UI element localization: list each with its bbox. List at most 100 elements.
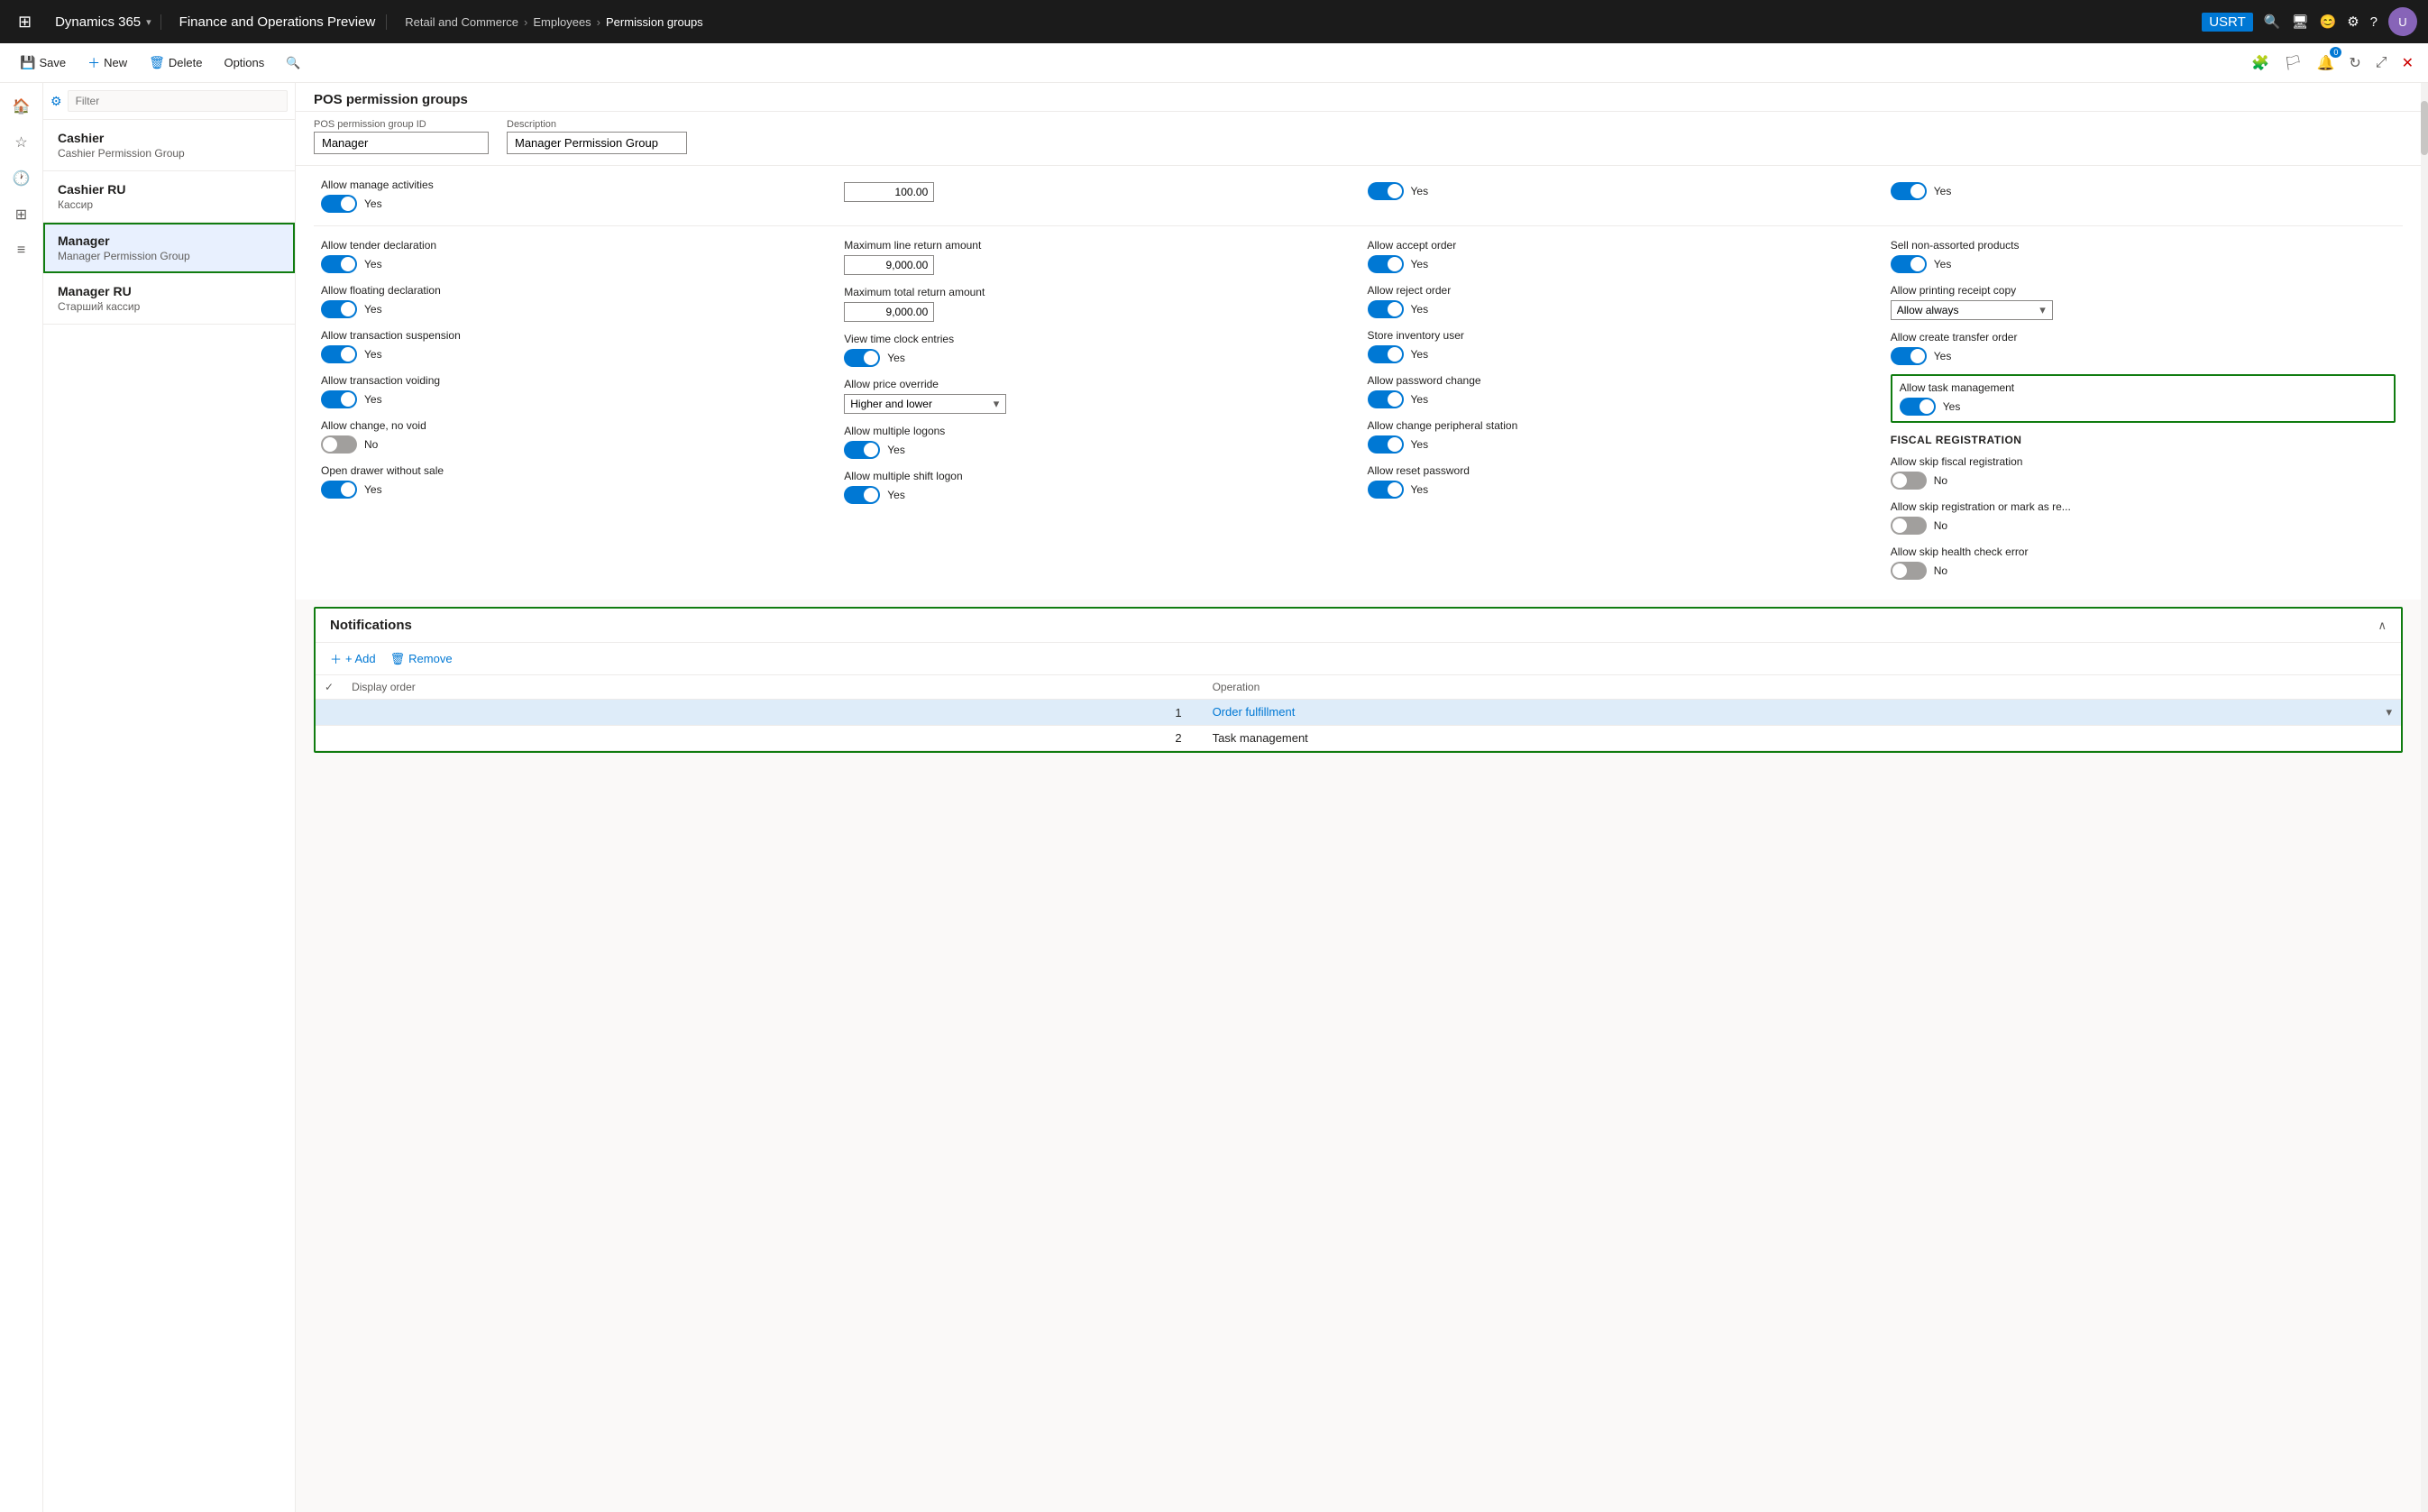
perm-multi-logon-toggle[interactable] [844, 441, 880, 459]
perm-task-mgmt-toggle[interactable] [1900, 398, 1936, 416]
perm-col3-value: Yes [1411, 185, 1429, 197]
brand-button[interactable]: Dynamics 365 ▾ [46, 14, 161, 30]
perm-max-line-input[interactable] [844, 255, 934, 275]
settings-icon[interactable]: ⚙ [2347, 14, 2359, 30]
monitor-icon[interactable]: 🖥 [2291, 14, 2308, 30]
perm-pwd-change: Allow password change Yes [1361, 369, 1880, 414]
flag-icon[interactable]: 🏳 [2280, 50, 2305, 76]
perm-skip-fiscal-toggle[interactable] [1891, 472, 1927, 490]
remove-icon: 🗑 [390, 652, 406, 666]
notifications-add-button[interactable]: ＋ + Add [330, 650, 376, 667]
nav-right-icons: USRT 🔍 🖥 😊 ⚙ ? U [2202, 7, 2417, 36]
help-icon[interactable]: ? [2370, 14, 2378, 30]
perm-pwd-change-toggle[interactable] [1368, 390, 1404, 408]
list-item-manager[interactable]: Manager Manager Permission Group [43, 223, 295, 273]
perm-open-drawer-toggle[interactable] [321, 481, 357, 499]
brand-chevron-icon: ▾ [146, 16, 151, 28]
perm-store-inventory: Store inventory user Yes [1361, 324, 1880, 369]
desc-input[interactable] [507, 132, 687, 154]
perm-print-receipt-select[interactable]: Allow always Never Ask [1891, 300, 2053, 320]
notifications-collapse-icon[interactable]: ∧ [2378, 619, 2387, 633]
breadcrumb-retail[interactable]: Retail and Commerce [405, 15, 518, 29]
perm-col1: Allow tender declaration Yes Allow float… [314, 234, 833, 585]
search-icon[interactable]: 🔍 [2264, 14, 2281, 30]
list-item-cashier[interactable]: Cashier Cashier Permission Group [43, 120, 295, 171]
perm-multi-logon: Allow multiple logons Yes [837, 419, 1356, 464]
bell-icon[interactable]: 🔔0 [2313, 50, 2338, 76]
perm-price-override-select[interactable]: Higher and lower Higher only Lower only … [844, 394, 1006, 414]
user-badge[interactable]: USRT [2202, 13, 2253, 32]
notif-row-2[interactable]: 2 Task management [316, 726, 2401, 751]
perm-store-inventory-toggle[interactable] [1368, 345, 1404, 363]
list-icon[interactable]: ≡ [5, 234, 38, 267]
perm-txn-void-toggle[interactable] [321, 390, 357, 408]
perm-max-total-label: Maximum total return amount [844, 286, 1349, 298]
notifications-title: Notifications [330, 618, 412, 633]
perm-change-periph-toggle[interactable] [1368, 435, 1404, 454]
puzzle-icon[interactable]: 🧩 [2248, 50, 2273, 76]
perm-skip-health-toggle[interactable] [1891, 562, 1927, 580]
perm-task-mgmt: Allow task management Yes [1891, 374, 2396, 423]
search-action-button[interactable]: 🔍 [277, 50, 309, 76]
perm-change-periph: Allow change peripheral station Yes [1361, 414, 1880, 459]
notif-row-1-check[interactable] [316, 700, 343, 726]
avatar[interactable]: U [2388, 7, 2417, 36]
main-layout: 🏠 ☆ 🕐 ⊞ ≡ ⚙ Cashier Cashier Permission G… [0, 83, 2428, 1512]
perm-float-decl-toggle[interactable] [321, 300, 357, 318]
perm-max-total-input[interactable] [844, 302, 934, 322]
new-label: New [104, 56, 127, 69]
perm-input-100-field[interactable] [844, 182, 934, 202]
perm-skip-fiscal-label: Allow skip fiscal registration [1891, 455, 2396, 468]
perm-reset-pwd-toggle[interactable] [1368, 481, 1404, 499]
face-icon[interactable]: 😊 [2320, 14, 2337, 30]
perm-txn-suspend-toggle[interactable] [321, 345, 357, 363]
notif-row-1-operation-link[interactable]: Order fulfillment [1213, 705, 1296, 719]
new-button[interactable]: ＋ New [78, 49, 136, 78]
options-button[interactable]: Options [215, 50, 273, 75]
home-icon[interactable]: 🏠 [5, 90, 38, 123]
scrollbar-thumb[interactable] [2421, 101, 2428, 155]
perm-sell-nonassorted-toggle[interactable] [1891, 255, 1927, 273]
perm-tender-decl-toggle[interactable] [321, 255, 357, 273]
perm-col4-toggle-ctrl[interactable] [1891, 182, 1927, 200]
perm-tender-decl-value: Yes [364, 258, 382, 270]
perm-view-time-value: Yes [887, 352, 905, 364]
perm-create-transfer-toggle[interactable] [1891, 347, 1927, 365]
list-item-manager-ru[interactable]: Manager RU Старший кассир [43, 273, 295, 325]
refresh-icon[interactable]: ↻ [2345, 50, 2364, 76]
perm-allow-manage-toggle[interactable] [321, 195, 357, 213]
id-input[interactable] [314, 132, 489, 154]
list-item-cashier-ru[interactable]: Cashier RU Кассир [43, 171, 295, 223]
perm-view-time-clock: View time clock entries Yes [837, 327, 1356, 372]
bottom-spacer [296, 760, 2421, 796]
notifications-table-wrap: ✓ Display order Operation 1 Order fulfil… [316, 675, 2401, 751]
perm-view-time-label: View time clock entries [844, 333, 1349, 345]
breadcrumb-employees[interactable]: Employees [533, 15, 591, 29]
perm-col3-toggle-ctrl[interactable] [1368, 182, 1404, 200]
delete-button[interactable]: 🗑 Delete [140, 50, 211, 76]
perm-multi-shift-toggle[interactable] [844, 486, 880, 504]
notif-row-2-check[interactable] [316, 726, 343, 751]
clock-icon[interactable]: 🕐 [5, 162, 38, 195]
apps-grid-icon[interactable]: ⊞ [11, 5, 39, 39]
save-button[interactable]: 💾 Save [11, 50, 75, 76]
perm-accept-order-toggle[interactable] [1368, 255, 1404, 273]
perm-skip-reg-toggle[interactable] [1891, 517, 1927, 535]
notifications-remove-button[interactable]: 🗑 Remove [390, 650, 453, 667]
expand-icon[interactable]: ⤢ [2372, 51, 2391, 75]
grid-icon[interactable]: ⊞ [5, 198, 38, 231]
permissions-section: Allow manage activities Yes Yes [296, 166, 2421, 600]
perm-view-time-toggle[interactable] [844, 349, 880, 367]
scrollbar-track[interactable] [2421, 83, 2428, 1512]
perm-col4-toggle: Yes [1883, 173, 2403, 218]
notifications-wrap: Notifications ∧ ＋ + Add 🗑 Remove [296, 600, 2421, 760]
filter-input[interactable] [68, 90, 288, 112]
notif-row-1[interactable]: 1 Order fulfillment ▾ [316, 700, 2401, 726]
star-icon[interactable]: ☆ [5, 126, 38, 159]
filter-icon[interactable]: ⚙ [50, 94, 62, 109]
list-item-manager-ru-title: Manager RU [58, 284, 280, 298]
perm-accept-order-label: Allow accept order [1368, 239, 1873, 252]
close-icon[interactable]: ✕ [2398, 50, 2417, 76]
perm-reject-order-toggle[interactable] [1368, 300, 1404, 318]
perm-change-novoid-toggle[interactable] [321, 435, 357, 454]
